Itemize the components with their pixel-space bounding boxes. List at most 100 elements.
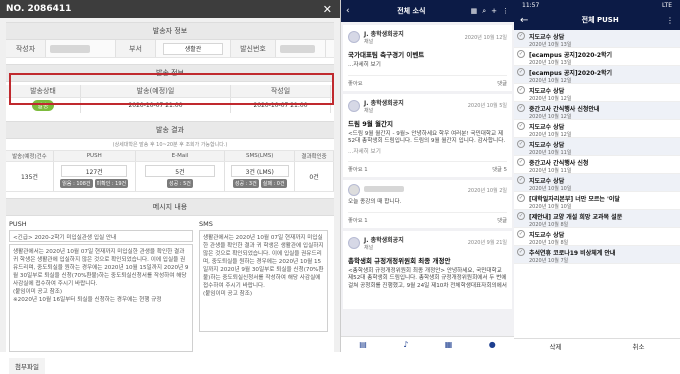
comment-button[interactable]: 댓글: [497, 79, 507, 87]
calendar-icon[interactable]: ▦: [445, 340, 453, 349]
check-circle-icon[interactable]: ✓: [517, 122, 525, 130]
result-header-total: 발송(예정)건수: [6, 151, 54, 161]
more-icon[interactable]: ⋮: [666, 16, 674, 25]
home-icon[interactable]: ▤: [359, 340, 367, 349]
push-item-date: 2020년 10월 10일: [529, 186, 572, 192]
dept-value: 생활관: [163, 42, 223, 55]
check-circle-icon[interactable]: ✓: [517, 86, 525, 94]
push-item-date: 2020년 10월 11일: [529, 168, 572, 174]
feed-card[interactable]: J. 총학생회공지 채널 2020년 10월 12일 국가대표팀 축구경기 이벤트 …: [343, 25, 512, 91]
check-circle-icon[interactable]: ✓: [517, 158, 525, 166]
push-list-item[interactable]: ✓ [대학일자리본부] 너만 모르는 '이달 2020년 10월 10일: [514, 192, 680, 210]
author-value: [50, 44, 90, 53]
result-section-title: 발송 결과: [6, 121, 334, 139]
grid-icon[interactable]: ▦: [471, 7, 478, 15]
back-arrow-icon[interactable]: ←: [520, 15, 528, 26]
card-more[interactable]: ...자세히 보기: [348, 149, 507, 157]
push-list-item[interactable]: ✓ 지도교수 상담 2020년 10월 12일: [514, 84, 680, 102]
back-arrow-icon[interactable]: ‹: [346, 6, 356, 16]
comment-button[interactable]: 댓글: [497, 216, 507, 224]
check-circle-icon[interactable]: ✓: [517, 176, 525, 184]
card-title: 드림 9월 월간지: [348, 119, 393, 128]
author-label: 작성자: [6, 40, 46, 57]
comment-button[interactable]: 댓글 5: [492, 165, 507, 173]
feed-card[interactable]: J. 총학생회공지 채널 2020년 10월 5일 드림 9월 월간지 <드림 9월…: [343, 93, 512, 177]
push-item-date: 2020년 10월 13일: [529, 42, 572, 48]
avatar: [348, 99, 360, 112]
sms-body: 생활관에서는 2020년 10월 07일 현재까지 미입실한 관생을 확인한 결…: [199, 230, 328, 332]
push-list-item[interactable]: ✓ 중간고사 간식행사 신청안내 2020년 10월 12일: [514, 102, 680, 120]
push-list-item[interactable]: ✓ [제안내] 교양 개설 희망 교과목 설문 2020년 10월 8일: [514, 210, 680, 228]
push-list-item[interactable]: ✓ [ecampus 공지]2020-2학기 2020년 10월 12일: [514, 66, 680, 84]
push-item-title: 지도교수 상담: [529, 142, 565, 149]
feed-topbar: ‹ 전체 소식 ▦ ⌕ + ⋮: [341, 0, 514, 22]
person-icon[interactable]: ●: [489, 340, 496, 349]
close-icon[interactable]: ✕: [323, 3, 340, 16]
card-body: 오늘 종강의 때 합니다.: [348, 199, 402, 205]
card-body: <총학생회 규정개정위원회 최종 개정안> 안녕하세요, 국민대학교 제52대 …: [348, 267, 507, 289]
check-circle-icon[interactable]: ✓: [517, 248, 525, 256]
push-item-title: 추석연휴 코로나19 비상체계 안내: [529, 250, 616, 257]
detail-title: NO. 2086411: [6, 4, 72, 14]
message-section-title: 메시지 내용: [6, 198, 334, 216]
feed-card[interactable]: 2020년 10월 2일 오늘 종강의 때 합니다. 좋아요 1 댓글: [343, 180, 512, 228]
push-list-item[interactable]: ✓ 지도교수 상담 2020년 10월 13일: [514, 30, 680, 48]
card-title: 국가대표팀 축구경기 이벤트: [348, 51, 425, 59]
card-body: <드림 9월 월간지 - 9월> 안녕하세요 학우 여러분! 국민대학교 제52…: [348, 130, 506, 145]
check-circle-icon[interactable]: ✓: [517, 212, 525, 220]
bell-icon[interactable]: ♪: [403, 340, 408, 349]
check-circle-icon[interactable]: ✓: [517, 32, 525, 40]
like-button[interactable]: 좋아요 1: [348, 165, 368, 173]
push-list-item[interactable]: ✓ 지도교수 상담 2020년 10월 8일: [514, 228, 680, 246]
push-list-item[interactable]: ✓ 지도교수 상담 2020년 10월 11일: [514, 138, 680, 156]
card-sub: 채널: [364, 39, 374, 45]
more-icon[interactable]: ⋮: [502, 7, 509, 15]
card-author: J. 총학생회공지: [364, 236, 404, 244]
push-list-item[interactable]: ✓ 중간고사 간식행사 신청 2020년 10월 11일: [514, 156, 680, 174]
push-list-item[interactable]: ✓ [ecampus 공지]2020-2학기 2020년 10월 13일: [514, 48, 680, 66]
card-author: J. 총학생회공지: [364, 99, 404, 107]
email-chip: 성공 : 5건: [167, 179, 193, 188]
push-item-title: [ecampus 공지]2020-2학기: [529, 52, 613, 59]
check-circle-icon[interactable]: ✓: [517, 50, 525, 58]
check-circle-icon[interactable]: ✓: [517, 68, 525, 76]
push-item-date: 2020년 10월 7일: [529, 258, 569, 264]
card-date: 2020년 10월 2일: [467, 187, 507, 194]
avatar: [348, 31, 360, 43]
cancel-button[interactable]: 취소: [633, 341, 645, 351]
push-item-title: 지도교수 상담: [529, 232, 565, 239]
sms-chip-fail: 실패 : 0건: [260, 179, 287, 188]
plus-icon[interactable]: +: [491, 7, 497, 15]
like-button[interactable]: 좋아요: [348, 79, 363, 87]
card-body[interactable]: ...자세히 보기: [348, 62, 507, 70]
push-item-date: 2020년 10월 12일: [529, 114, 572, 120]
push-item-title: 지도교수 상담: [529, 34, 565, 41]
clock: 11:57: [522, 1, 540, 9]
sender-section-title: 발송자 정보: [6, 22, 334, 40]
push-item-date: 2020년 10월 12일: [529, 78, 572, 84]
sendnum-label: 발신번호: [231, 40, 276, 57]
check-circle-icon[interactable]: ✓: [517, 104, 525, 112]
check-circle-icon[interactable]: ✓: [517, 230, 525, 238]
feed-card[interactable]: J. 총학생회공지 채널 2020년 9월 21일 총학생회 규정개정위원회 최종 …: [343, 230, 512, 309]
search-icon[interactable]: ⌕: [482, 7, 486, 16]
avatar: [348, 236, 360, 249]
push-item-title: 중간고사 간식행사 신청안내: [529, 106, 600, 113]
sms-label: SMS: [199, 220, 213, 228]
like-button[interactable]: 좋아요 1: [348, 216, 368, 224]
push-chip-read: 읽음 : 108건: [60, 179, 93, 188]
attach-label: 첨부파일: [9, 358, 45, 374]
avatar: [348, 184, 360, 196]
card-date: 2020년 10월 12일: [464, 34, 507, 41]
push-list-item[interactable]: ✓ 지도교수 상담 2020년 10월 12일: [514, 120, 680, 138]
push-item-date: 2020년 10월 8일: [529, 222, 569, 228]
result-header-pending: 결과확인중: [295, 151, 334, 161]
push-list-item[interactable]: ✓ 추석연휴 코로나19 비상체계 안내 2020년 10월 7일: [514, 246, 680, 264]
news-feed-panel: ‹ 전체 소식 ▦ ⌕ + ⋮ J. 총학생회공지 채널 2020년 10월 12일…: [341, 0, 514, 352]
check-circle-icon[interactable]: ✓: [517, 140, 525, 148]
delete-button[interactable]: 삭제: [550, 341, 562, 351]
check-circle-icon[interactable]: ✓: [517, 194, 525, 202]
total-count: 135건: [6, 162, 54, 191]
dept-label: 부서: [116, 40, 156, 57]
push-list-item[interactable]: ✓ 지도교수 상담 2020년 10월 10일: [514, 174, 680, 192]
